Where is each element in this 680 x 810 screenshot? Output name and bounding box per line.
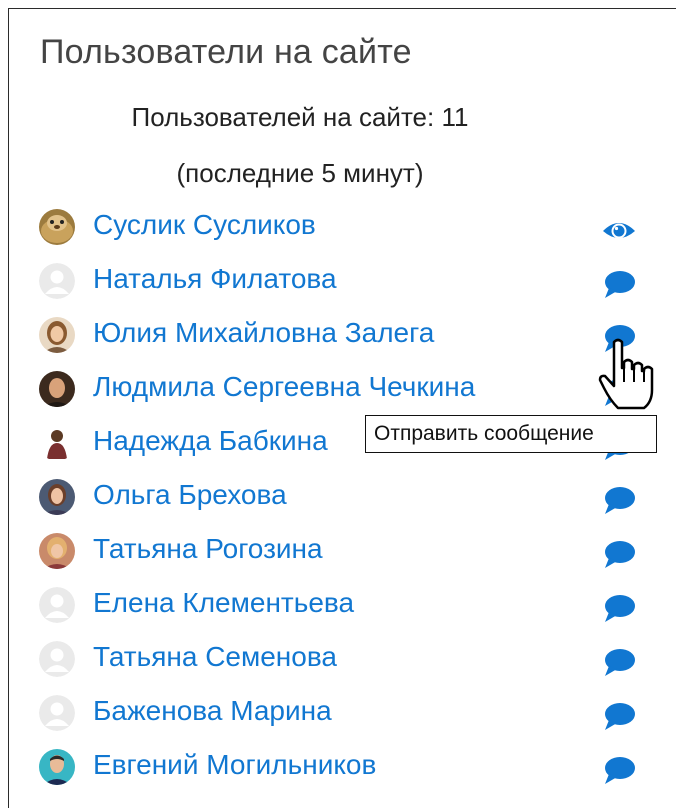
user-link[interactable]: Татьяна Рогозина	[93, 529, 323, 569]
hand-pointer-icon	[598, 338, 654, 410]
message-icon[interactable]	[601, 645, 637, 679]
user-row: Евгений Могильников	[9, 739, 677, 793]
user-link[interactable]: Наталья Филатова	[93, 259, 337, 299]
user-link[interactable]: Елена Клементьева	[93, 583, 354, 623]
online-users-block: Пользователи на сайте Пользователей на с…	[8, 8, 676, 808]
user-link[interactable]: Людмила Сергеевна Чечкина	[93, 367, 475, 407]
online-summary: Пользователей на сайте: 11 (последние 5 …	[9, 89, 591, 201]
user-row: Татьяна Рогозина	[9, 523, 677, 577]
user-link[interactable]: Надежда Бабкина	[93, 421, 328, 461]
online-count: Пользователей на сайте: 11	[131, 102, 469, 132]
user-photo[interactable]	[39, 533, 75, 569]
default-user-icon[interactable]	[39, 587, 75, 623]
user-row: Наталья Филатова	[9, 253, 677, 307]
default-user-icon[interactable]	[39, 695, 75, 731]
user-link[interactable]: Баженова Марина	[93, 691, 332, 731]
default-user-icon[interactable]	[39, 263, 75, 299]
user-photo[interactable]	[39, 425, 75, 461]
message-icon[interactable]	[601, 591, 637, 625]
send-message-tooltip: Отправить сообщение	[365, 415, 657, 453]
message-icon[interactable]	[601, 537, 637, 571]
user-photo[interactable]	[39, 479, 75, 515]
user-photo[interactable]	[39, 317, 75, 353]
default-user-icon[interactable]	[39, 641, 75, 677]
message-icon[interactable]	[601, 267, 637, 301]
online-period: (последние 5 минут)	[176, 158, 424, 188]
user-photo[interactable]	[39, 749, 75, 785]
message-icon[interactable]	[601, 753, 637, 787]
user-row: Ольга Брехова	[9, 469, 677, 523]
user-link[interactable]: Суслик Сусликов	[93, 205, 316, 245]
block-title: Пользователи на сайте	[40, 33, 412, 71]
user-row: Елена Клементьева	[9, 577, 677, 631]
user-row: Юлия Михайловна Залега	[9, 307, 677, 361]
user-list: Суслик Сусликов Наталья Филатова Юлия Ми…	[9, 199, 677, 793]
message-icon[interactable]	[601, 699, 637, 733]
user-link[interactable]: Татьяна Семенова	[93, 637, 337, 677]
user-row: Баженова Марина	[9, 685, 677, 739]
avatar-gopher[interactable]	[39, 209, 75, 245]
user-row: Татьяна Семенова	[9, 631, 677, 685]
user-row: Людмила Сергеевна Чечкина	[9, 361, 677, 415]
user-row: Суслик Сусликов	[9, 199, 677, 253]
user-link[interactable]: Ольга Брехова	[93, 475, 287, 515]
user-link[interactable]: Евгений Могильников	[93, 745, 376, 785]
message-icon[interactable]	[601, 483, 637, 517]
user-photo[interactable]	[39, 371, 75, 407]
user-link[interactable]: Юлия Михайловна Залега	[93, 313, 434, 353]
eye-icon[interactable]	[601, 213, 637, 247]
